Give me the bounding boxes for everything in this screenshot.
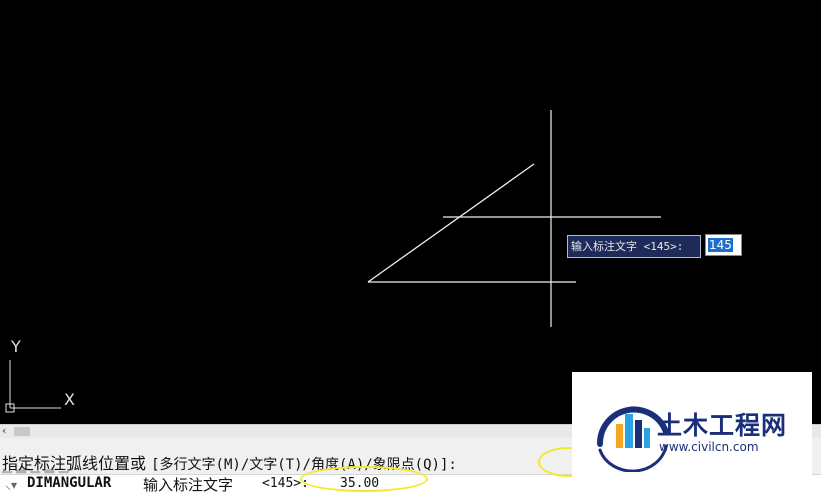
watermark-name: 土木工程网: [657, 411, 788, 440]
dynamic-input-field[interactable]: 145: [705, 234, 742, 256]
watermark-logo: 土木工程网 www.civilcn.com: [572, 372, 812, 482]
history-prompt: 指定标注弧线位置或: [2, 454, 147, 473]
dynamic-input-value: 145: [708, 238, 733, 252]
highlight-ellipse: [300, 466, 428, 492]
ucs-x-label: X: [64, 390, 75, 409]
drawing-canvas[interactable]: Y X 输入标注文字 <145>: 145: [0, 0, 821, 424]
ucs-y-label: Y: [11, 337, 21, 356]
scroll-left-icon[interactable]: ‹: [2, 424, 6, 437]
command-prompt: 输入标注文字: [143, 476, 234, 492]
watermark-url: www.civilcn.com: [659, 440, 759, 454]
command-name: DIMANGULAR: [27, 475, 112, 491]
dynamic-input-tooltip: 输入标注文字 <145>:: [567, 235, 701, 258]
drawing-geometry: [5, 110, 661, 413]
scrollbar-thumb[interactable]: [14, 427, 30, 436]
ucs-icon: [5, 360, 61, 413]
command-arrow-icon: ⸜▾: [5, 478, 18, 492]
angle-line-1: [367, 163, 535, 283]
